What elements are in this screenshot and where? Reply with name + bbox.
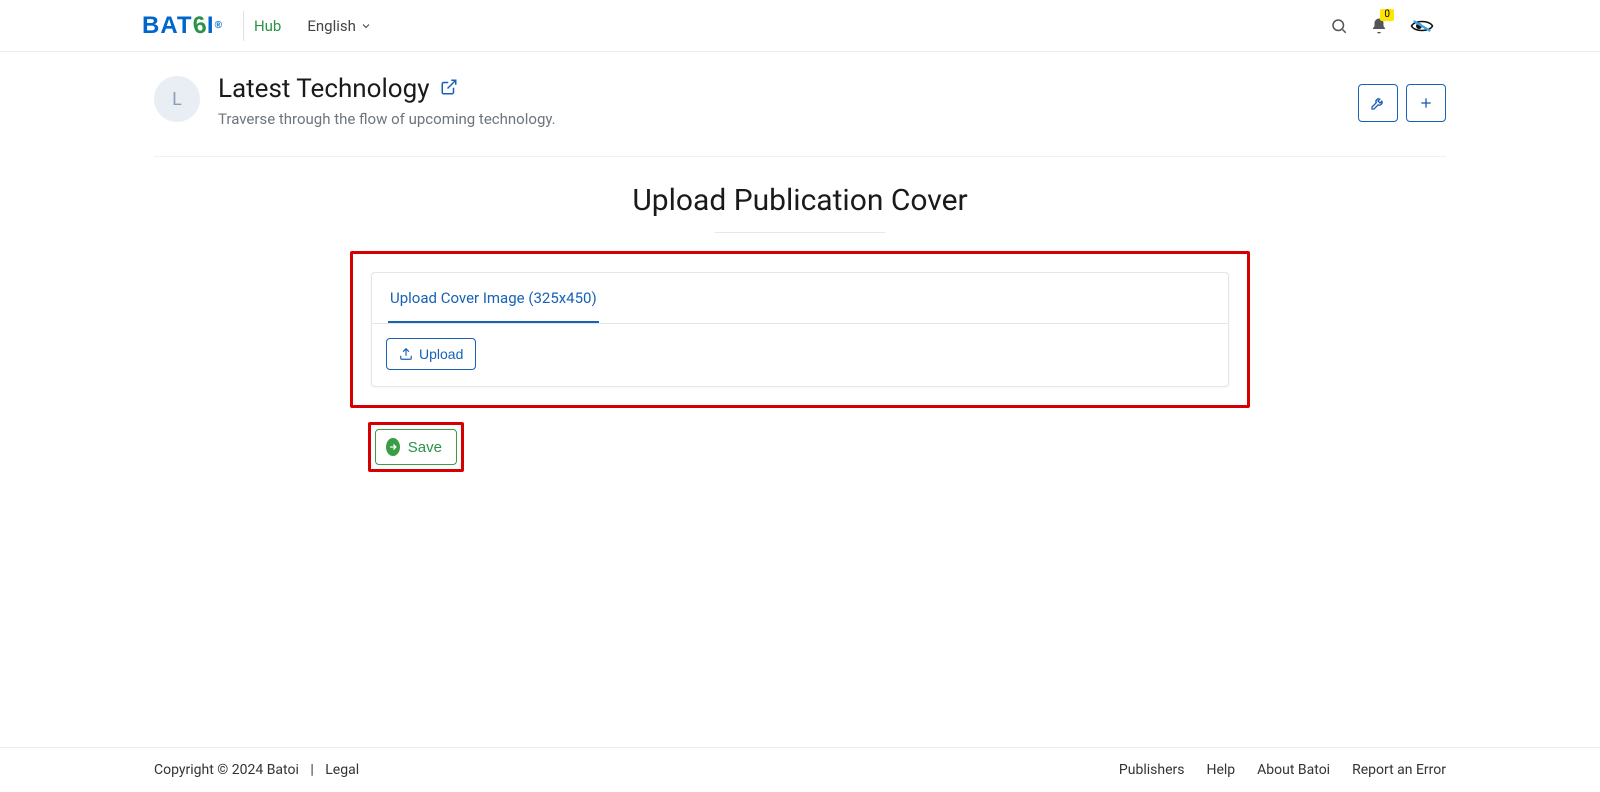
save-area-highlight: Save [368, 422, 464, 472]
footer-link-help[interactable]: Help [1206, 762, 1235, 778]
upload-icon [399, 347, 413, 361]
page-header: L Latest Technology Traverse through the… [154, 52, 1446, 157]
open-external-button[interactable] [440, 78, 458, 100]
settings-button[interactable] [1358, 84, 1398, 122]
footer-link-report[interactable]: Report an Error [1352, 762, 1446, 778]
add-button[interactable] [1406, 84, 1446, 122]
footer-link-publishers[interactable]: Publishers [1119, 762, 1185, 778]
nav-hub-link[interactable]: Hub [254, 17, 281, 35]
footer-legal-link[interactable]: Legal [325, 762, 359, 778]
brand-reg: ® [215, 20, 223, 31]
preview-button[interactable] [1410, 17, 1434, 35]
upload-area-highlight: Upload Cover Image (325x450) Upload [350, 251, 1250, 408]
section-divider [715, 232, 885, 233]
language-selector[interactable]: English [307, 17, 372, 35]
chevron-down-icon [360, 20, 372, 32]
plus-icon [1418, 95, 1434, 111]
page-title: Latest Technology [218, 74, 430, 104]
footer-link-about[interactable]: About Batoi [1257, 762, 1330, 778]
footer-copyright: Copyright © 2024 Batoi [154, 762, 299, 778]
brand-text-pre: BAT [142, 12, 193, 40]
publication-avatar: L [154, 76, 200, 122]
tab-upload-cover[interactable]: Upload Cover Image (325x450) [388, 273, 599, 323]
brand-logo[interactable]: BAT6I® [142, 11, 244, 41]
page-subtitle: Traverse through the flow of upcoming te… [218, 110, 556, 128]
upload-card: Upload Cover Image (325x450) Upload [371, 272, 1229, 387]
external-link-icon [440, 78, 458, 96]
search-button[interactable] [1330, 17, 1348, 35]
upload-button-label: Upload [419, 346, 463, 362]
save-button[interactable]: Save [375, 429, 457, 465]
notification-count-badge: 0 [1380, 9, 1394, 21]
footer-separator: | [310, 762, 313, 778]
language-label: English [307, 17, 356, 35]
tab-bar: Upload Cover Image (325x450) [372, 273, 1228, 324]
footer: Copyright © 2024 Batoi | Legal Publisher… [0, 747, 1600, 792]
top-nav: BAT6I® Hub English 0 [0, 0, 1600, 52]
upload-button[interactable]: Upload [386, 338, 476, 370]
section-title: Upload Publication Cover [154, 183, 1446, 218]
arrow-right-circle-icon [386, 438, 400, 456]
eye-icon [1410, 17, 1434, 35]
wrench-icon [1370, 95, 1386, 111]
search-icon [1330, 17, 1348, 35]
notifications-button[interactable]: 0 [1370, 17, 1388, 35]
save-button-label: Save [408, 439, 442, 456]
